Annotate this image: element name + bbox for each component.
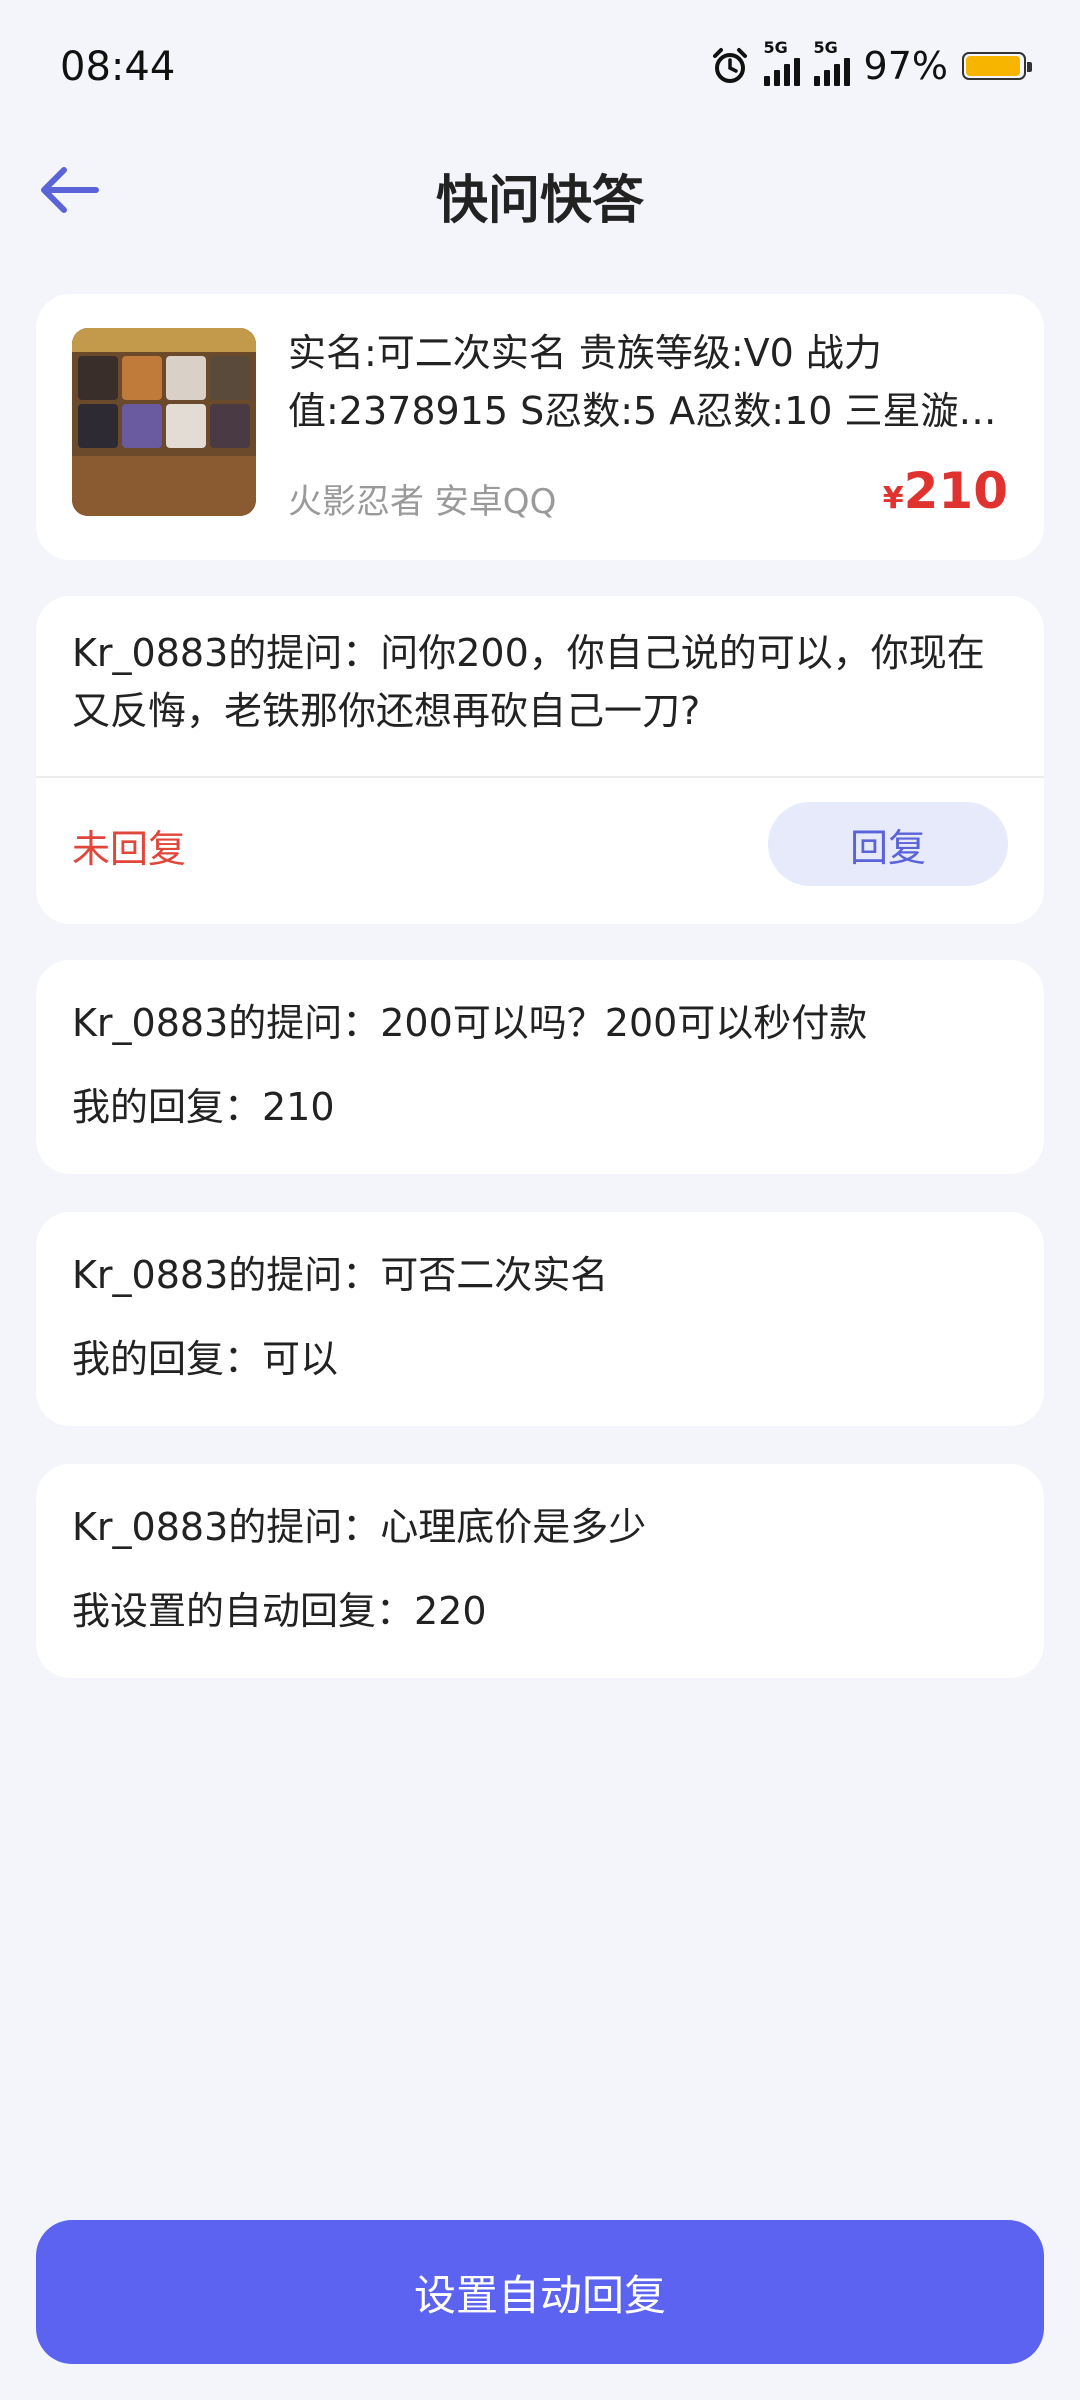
status-time: 08:44 [60,44,176,90]
set-auto-reply-button[interactable]: 设置自动回复 [36,2220,1044,2364]
signal-icon-sim1: 5G [763,38,800,86]
battery-fill [966,56,1021,76]
product-subtitle: 火影忍者 安卓QQ [288,482,557,522]
unanswered-question-card: Kr_0883的提问：问你200，你自己说的可以，你现在又反悔，老铁那你还想再砍… [36,596,1044,924]
qa-item: Kr_0883的提问：200可以吗？200可以秒付款 我的回复：210 [36,960,1044,1174]
battery-icon [962,52,1032,80]
price-currency: ¥ [882,481,904,516]
network-type-label: 5G [813,38,838,57]
qa-item: Kr_0883的提问：可否二次实名 我的回复：可以 [36,1212,1044,1426]
signal-icon-sim2: 5G [813,38,850,86]
app-header: 快问快答 [0,140,1080,240]
product-thumbnail [72,328,256,516]
question-text: Kr_0883的提问：可否二次实名 [72,1253,609,1297]
reply-button[interactable]: 回复 [768,802,1008,886]
alarm-icon [712,48,747,83]
qa-item: Kr_0883的提问：心理底价是多少 我设置的自动回复：220 [36,1464,1044,1678]
unreplied-status: 未回复 [72,827,187,871]
question-text: Kr_0883的提问：问你200，你自己说的可以，你现在又反悔，老铁那你还想再砍… [72,631,985,733]
product-card[interactable]: 实名:可二次实名 贵族等级:V0 战力值:2378915 S忍数:5 A忍数:1… [36,294,1044,560]
answer-text: 我的回复：210 [72,1085,335,1129]
price-value: 210 [903,462,1008,520]
question-text: Kr_0883的提问：200可以吗？200可以秒付款 [72,1001,868,1045]
answer-text: 我设置的自动回复：220 [72,1589,487,1633]
product-price: ¥210 [883,462,1008,520]
product-title: 实名:可二次实名 贵族等级:V0 战力值:2378915 S忍数:5 A忍数:1… [288,331,997,433]
network-type-label: 5G [763,38,788,57]
question-text: Kr_0883的提问：心理底价是多少 [72,1505,647,1549]
answer-text: 我的回复：可以 [72,1337,339,1381]
battery-percent: 97% [863,44,948,88]
page-title: 快问快答 [435,171,644,231]
divider [36,776,1044,778]
status-icons: 5G 5G 97% [710,38,1032,88]
status-bar: 08:44 5G 5G 97% [0,0,1080,140]
